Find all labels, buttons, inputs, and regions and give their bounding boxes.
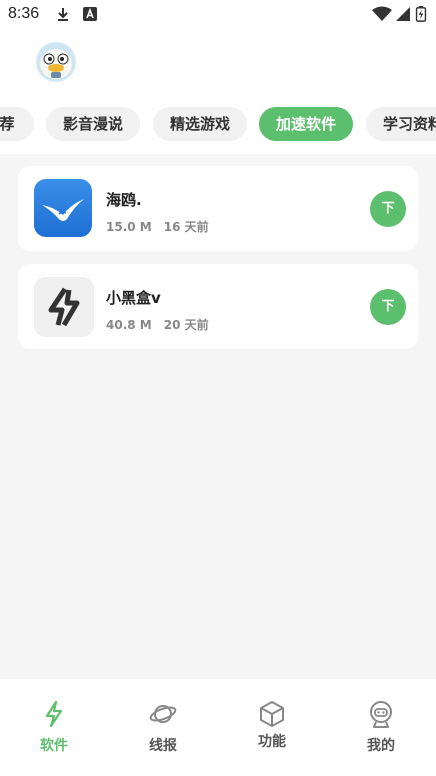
nav-label: 功能 xyxy=(258,734,286,750)
download-icon xyxy=(58,8,68,21)
cube-icon xyxy=(260,701,284,727)
category-tabs: 荐 影音漫说 精选游戏 加速软件 学习资料 xyxy=(0,107,436,143)
nav-mine[interactable]: 我的 xyxy=(341,699,421,759)
battery-charging-icon xyxy=(415,6,427,22)
tab-label: 加速软件 xyxy=(275,115,336,133)
status-time: 8:36 xyxy=(8,5,40,22)
download-button[interactable]: 下 xyxy=(370,289,406,325)
top-area: 8:36 荐 影音漫说 精选游戏 加速软件 学习资料 xyxy=(0,0,436,154)
status-bar: 8:36 xyxy=(0,0,436,30)
nav-software[interactable]: 软件 xyxy=(14,699,94,759)
nav-label: 线报 xyxy=(149,738,177,754)
wifi-icon xyxy=(372,6,392,21)
tab-featured-games[interactable]: 精选游戏 xyxy=(153,107,247,141)
app-name: 海鸥. xyxy=(106,191,142,209)
tab-study-materials[interactable]: 学习资料 xyxy=(366,107,436,141)
app-meta: 15.0 M 16 天前 xyxy=(106,218,209,235)
signal-icon xyxy=(396,7,410,21)
avatar[interactable] xyxy=(36,42,76,82)
nav-label: 我的 xyxy=(367,738,395,754)
app-size: 40.8 M xyxy=(106,318,152,332)
bottom-nav: 软件 线报 功能 我的 xyxy=(0,679,436,776)
app-updated: 20 天前 xyxy=(163,318,209,332)
download-button[interactable]: 下 xyxy=(370,191,406,227)
app-updated: 16 天前 xyxy=(163,220,209,234)
tab-label: 荐 xyxy=(0,115,15,133)
app-meta: 40.8 M 20 天前 xyxy=(106,316,209,333)
tab-recommended[interactable]: 荐 xyxy=(0,107,34,141)
tab-video-comics[interactable]: 影音漫说 xyxy=(46,107,140,141)
app-size: 15.0 M xyxy=(106,220,152,234)
app-name: 小黑盒v xyxy=(106,289,161,307)
app-card-xiaoheihe[interactable]: 小黑盒v 40.8 M 20 天前 下 xyxy=(18,264,418,349)
seagull-icon xyxy=(34,179,92,237)
tab-label: 影音漫说 xyxy=(62,115,123,133)
duck-avatar-icon xyxy=(36,42,76,82)
lightning-icon xyxy=(45,700,63,728)
nav-features[interactable]: 功能 xyxy=(232,699,312,759)
robot-face-icon xyxy=(370,701,392,728)
tab-label: 学习资料 xyxy=(382,115,436,133)
nav-label: 软件 xyxy=(40,738,68,754)
planet-icon xyxy=(149,705,177,723)
lightning-box-icon xyxy=(34,277,94,337)
tab-label: 精选游戏 xyxy=(169,115,230,133)
keyboard-a-icon xyxy=(83,7,97,21)
nav-deals[interactable]: 线报 xyxy=(123,699,203,759)
tab-acceleration-software[interactable]: 加速软件 xyxy=(259,107,353,141)
app-card-seagull[interactable]: 海鸥. 15.0 M 16 天前 下 xyxy=(18,166,418,251)
